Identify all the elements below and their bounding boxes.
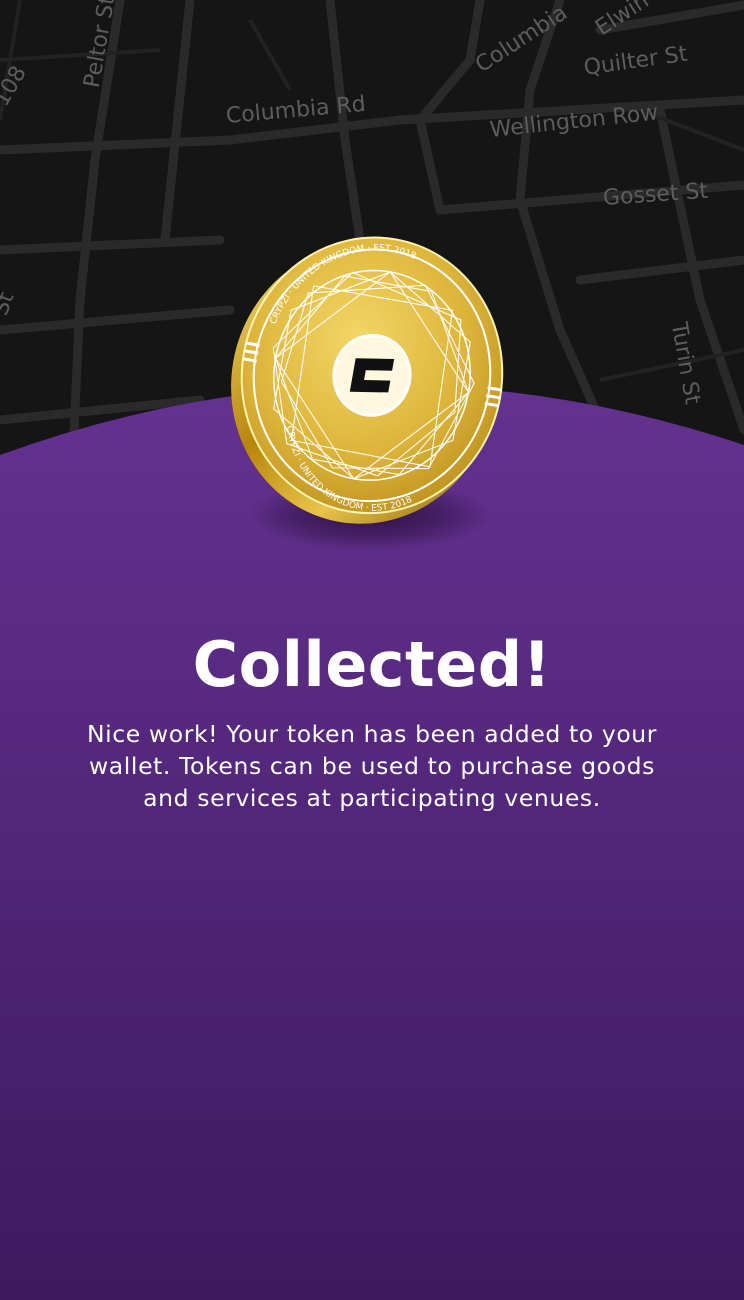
token-coin: CRYPZI · UNITED KINGDOM · EST 2018 CRYPZ…	[220, 225, 520, 565]
page-title: Collected!	[192, 628, 552, 701]
success-message: Nice work! Your token has been added to …	[86, 720, 658, 812]
